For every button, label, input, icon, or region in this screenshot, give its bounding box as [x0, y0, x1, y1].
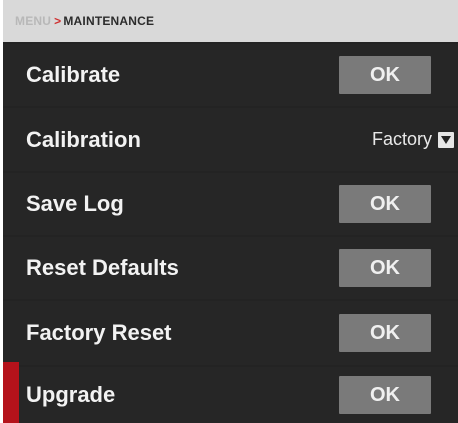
calibrate-label: Calibrate [26, 62, 121, 87]
chevron-down-icon [438, 131, 454, 148]
calibration-label: Calibration [26, 126, 141, 152]
menu-row-factory-reset: Factory Reset OK [3, 301, 458, 365]
factory-reset-ok-button[interactable]: OK [339, 314, 431, 352]
menu-row-upgrade: Upgrade OK [3, 367, 458, 423]
calibration-dropdown[interactable]: Factory [372, 129, 454, 150]
menu-row-calibrate: Calibrate OK [3, 44, 458, 106]
menu-row-reset-defaults: Reset Defaults OK [3, 237, 458, 299]
upgrade-ok-button[interactable]: OK [339, 376, 431, 414]
reset-defaults-label: Reset Defaults [26, 255, 179, 280]
reset-defaults-ok-button[interactable]: OK [339, 249, 431, 287]
calibration-dropdown-value: Factory [371, 129, 432, 149]
screen: MENU > MAINTENANCE Calibrate OK Calibrat… [0, 0, 458, 423]
selection-indicator [3, 362, 19, 423]
breadcrumb-separator: > [54, 14, 62, 28]
breadcrumb-current: MAINTENANCE [63, 14, 155, 28]
upgrade-label: Upgrade [26, 382, 116, 407]
maintenance-menu-panel: MENU > MAINTENANCE Calibrate OK Calibrat… [3, 0, 458, 423]
menu-row-calibration: Calibration Factory [3, 108, 458, 171]
save-log-label: Save Log [26, 191, 124, 216]
calibrate-ok-button[interactable]: OK [339, 56, 431, 94]
menu-row-save-log: Save Log OK [3, 173, 458, 235]
breadcrumb-menu[interactable]: MENU [15, 14, 51, 28]
factory-reset-label: Factory Reset [26, 320, 172, 345]
save-log-ok-button[interactable]: OK [339, 185, 431, 223]
breadcrumb: MENU > MAINTENANCE [3, 0, 458, 42]
